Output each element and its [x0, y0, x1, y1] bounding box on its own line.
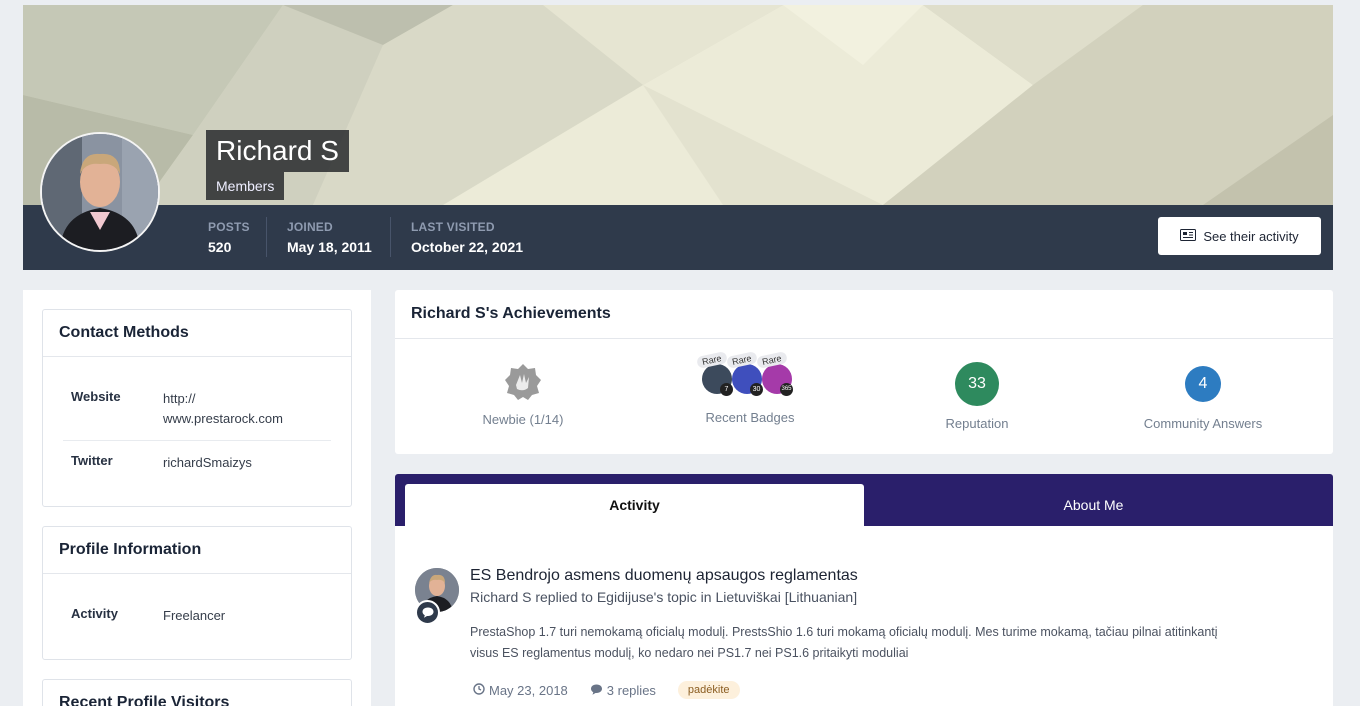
newspaper-icon — [1180, 228, 1197, 244]
stat-label: Last Visited — [411, 220, 495, 234]
reputation-item[interactable]: 33 Reputation — [907, 362, 1047, 431]
profile-activity-row: Activity Freelancer — [43, 574, 351, 626]
stat-label: Joined — [287, 220, 333, 234]
stat-value: October 22, 2021 — [411, 239, 524, 255]
feed-item-title[interactable]: ES Bendrojo asmens duomenų apsaugos regl… — [470, 567, 858, 585]
card-title: Recent Profile Visitors — [43, 680, 351, 706]
website-line-2: www.prestarock.com — [163, 411, 283, 426]
excerpt-line: PrestaShop 1.7 turi nemokamą oficialų mo… — [470, 625, 1218, 639]
profile-information-card: Profile Information Activity Freelancer — [42, 526, 352, 660]
rank-badge-icon — [453, 363, 593, 404]
contact-methods-card: Contact Methods Website http:// www.pres… — [42, 309, 352, 507]
badge-count: 365 — [780, 383, 793, 396]
achievements-title: Richard S's Achievements — [395, 290, 1333, 339]
replies-count[interactable]: 3 replies — [590, 683, 656, 698]
rank-item[interactable]: Newbie (1/14) — [453, 363, 593, 427]
see-activity-label: See their activity — [1203, 228, 1299, 244]
recent-visitors-card: Recent Profile Visitors — [42, 679, 352, 706]
recent-badges-item[interactable]: Rare Rare Rare 7 30 365 Recent Badges — [680, 350, 820, 425]
stat-value: 520 — [208, 239, 232, 255]
card-title: Profile Information — [43, 527, 351, 574]
feed-item-meta: May 23, 2018 3 replies padėkite — [473, 681, 740, 699]
contact-website-row: Website http:// www.prestarock.com — [43, 357, 351, 429]
profile-group: Members — [206, 172, 285, 200]
tab-about-me[interactable]: About Me — [864, 484, 1323, 526]
website-value[interactable]: http:// www.prestarock.com — [163, 389, 283, 429]
feed-item-subtitle: Richard S replied to Egidijuse's topic i… — [470, 589, 858, 605]
rank-label: Newbie (1/14) — [482, 412, 564, 427]
badge-count: 7 — [720, 383, 733, 396]
community-answers-item[interactable]: 4 Community Answers — [1123, 362, 1283, 431]
stat-joined: Joined May 18, 2011 — [287, 220, 372, 255]
profile-sidebar: Contact Methods Website http:// www.pres… — [23, 290, 371, 706]
profile-name: Richard S — [206, 130, 349, 172]
row-label: Website — [71, 389, 121, 404]
achievements-panel: Richard S's Achievements Newbie (1/14) R… — [395, 290, 1333, 454]
see-activity-button[interactable]: See their activity — [1158, 217, 1321, 255]
stat-label: Posts — [208, 220, 250, 234]
post-date[interactable]: May 23, 2018 — [473, 683, 568, 698]
clock-icon — [473, 682, 485, 698]
answers-count: 4 — [1185, 366, 1221, 402]
feed-item-excerpt: PrestaShop 1.7 turi nemokamą oficialų mo… — [470, 622, 1310, 664]
website-line-1: http:// — [163, 391, 196, 406]
reputation-count: 33 — [955, 362, 999, 406]
badges-stack: Rare Rare Rare 7 30 365 — [680, 350, 820, 400]
stat-divider — [266, 217, 267, 257]
row-label: Activity — [71, 606, 118, 621]
comment-icon — [415, 600, 440, 625]
answers-label: Community Answers — [1143, 416, 1263, 431]
tab-activity[interactable]: Activity — [405, 484, 864, 526]
badge-count: 30 — [750, 383, 763, 396]
stat-divider — [390, 217, 391, 257]
profile-tabs: Activity About Me — [395, 474, 1333, 526]
row-label: Twitter — [71, 453, 113, 468]
twitter-value[interactable]: richardSmaizys — [163, 453, 252, 473]
topic-tag[interactable]: padėkite — [677, 681, 740, 699]
row-value: Freelancer — [163, 608, 226, 623]
stat-value: May 18, 2011 — [287, 239, 372, 255]
contact-twitter-row: Twitter richardSmaizys — [43, 441, 351, 473]
reputation-label: Reputation — [945, 416, 1009, 431]
profile-avatar[interactable] — [40, 132, 160, 252]
excerpt-line: visus ES reglamentus modulį, ko nedaro n… — [470, 646, 909, 660]
comment-icon — [590, 683, 603, 698]
replies-text: 3 replies — [606, 682, 656, 698]
badges-label: Recent Badges — [705, 410, 795, 425]
stat-last-visited: Last Visited October 22, 2021 — [411, 220, 523, 255]
stat-posts: Posts 520 — [208, 220, 250, 255]
date-text: May 23, 2018 — [489, 682, 568, 698]
activity-feed: ES Bendrojo asmens duomenų apsaugos regl… — [395, 526, 1333, 706]
card-title: Contact Methods — [43, 310, 351, 357]
